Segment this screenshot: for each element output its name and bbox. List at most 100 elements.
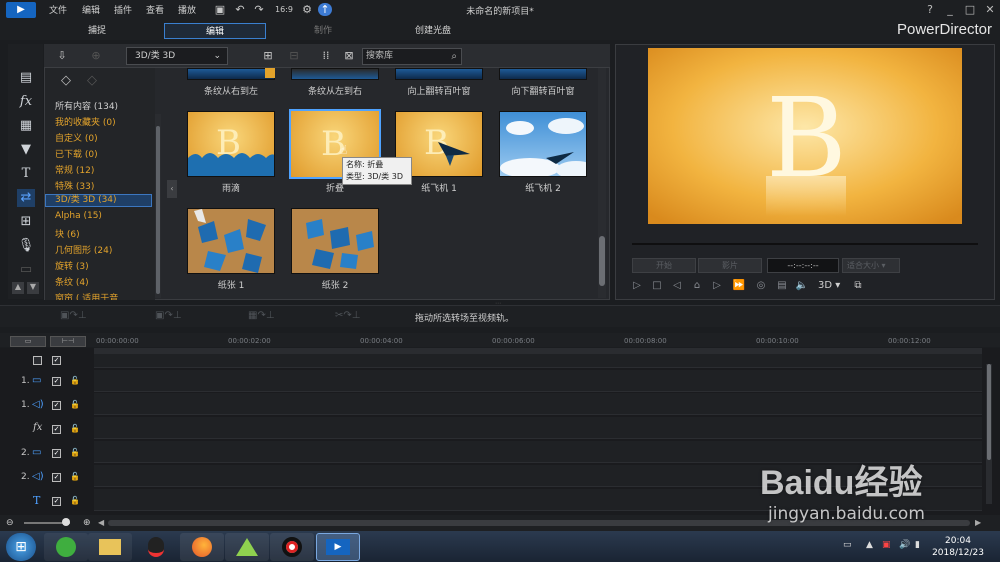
track-checkbox[interactable]: ✓: [52, 401, 61, 410]
category-item[interactable]: 块 (6): [55, 227, 80, 240]
subtitle-icon[interactable]: ▤: [775, 279, 789, 293]
lock-icon[interactable]: 🔓: [70, 496, 80, 505]
help-button[interactable]: ?: [922, 2, 938, 18]
timeline-v-scroll-thumb[interactable]: [987, 364, 991, 460]
category-item[interactable]: 自定义 (0): [55, 131, 98, 144]
fit-timeline-icon[interactable]: ⊢⊣: [50, 336, 86, 347]
audio-mixing-icon[interactable]: ⊞: [17, 213, 35, 231]
3d-mode-button[interactable]: 3D ▾: [818, 280, 840, 291]
tab-capture[interactable]: 捕捉: [46, 23, 148, 39]
tag-remove-icon[interactable]: ◇: [87, 73, 97, 88]
search-icon[interactable]: ⌕: [451, 49, 457, 64]
effect-room-icon[interactable]: fx: [17, 93, 35, 111]
menu-view[interactable]: 查看: [146, 3, 164, 16]
pip-room-icon[interactable]: ▦: [17, 117, 35, 135]
zoom-slider-handle[interactable]: [62, 518, 70, 526]
menu-plugins[interactable]: 插件: [114, 3, 132, 16]
stop-icon[interactable]: □: [650, 279, 664, 293]
undock-icon[interactable]: ⧉: [851, 279, 865, 293]
track-checkbox[interactable]: ✓: [52, 473, 61, 482]
timeline-row[interactable]: [94, 393, 982, 415]
maximize-button[interactable]: □: [962, 2, 978, 18]
movie-mode-button[interactable]: 影片: [698, 258, 762, 273]
transition-prefix-icon[interactable]: ▣↷⊥: [60, 310, 100, 324]
transition-thumbnail[interactable]: [395, 68, 483, 80]
volume-icon[interactable]: 🔈: [795, 279, 809, 293]
title-room-icon[interactable]: T: [17, 165, 35, 183]
category-item[interactable]: 几何图形 (24): [55, 243, 112, 256]
taskbar-app-qq[interactable]: [134, 533, 178, 561]
close-button[interactable]: ✕: [982, 2, 998, 18]
timecode-display[interactable]: --:--:--:--: [767, 258, 839, 273]
save-icon[interactable]: ▣: [213, 3, 227, 16]
download-icon[interactable]: ⊕: [88, 49, 104, 63]
track-checkbox[interactable]: ✓: [52, 449, 61, 458]
menu-play[interactable]: 播放: [178, 3, 196, 16]
undo-icon[interactable]: ↶: [233, 3, 247, 16]
track-manager-icon[interactable]: ▭: [10, 336, 46, 347]
zoom-in-icon[interactable]: ⊕: [83, 518, 91, 528]
scroll-up-icon[interactable]: ▲: [12, 282, 24, 294]
scroll-down-icon[interactable]: ▼: [27, 282, 39, 294]
transition-thumbnail-paper-2[interactable]: [291, 208, 379, 274]
category-item-selected[interactable]: 3D/类 3D (34): [45, 194, 152, 207]
menu-file[interactable]: 文件: [49, 3, 67, 16]
start-button-icon[interactable]: ⊞: [6, 533, 36, 561]
scroll-left-icon[interactable]: ◀: [98, 518, 104, 527]
next-frame-icon[interactable]: ▷: [710, 279, 724, 293]
preview-scrubber[interactable]: [632, 243, 978, 245]
category-item[interactable]: 已下载 (0): [55, 147, 98, 160]
split-icon[interactable]: ⌂: [690, 279, 704, 293]
tab-edit[interactable]: 编辑: [164, 23, 266, 39]
track-checkbox[interactable]: ✓: [52, 425, 61, 434]
zoom-out-icon[interactable]: ⊖: [6, 518, 14, 528]
tab-create-disc[interactable]: 创建光盘: [382, 23, 484, 39]
particle-room-icon[interactable]: ▼: [17, 141, 35, 159]
timeline-row[interactable]: [94, 417, 982, 439]
tray-app-icon[interactable]: ▣: [882, 540, 891, 550]
lock-icon[interactable]: 🔓: [70, 472, 80, 481]
taskbar-app-explorer[interactable]: [88, 533, 132, 561]
snapshot-icon[interactable]: ◎: [754, 279, 768, 293]
taskbar-app-firefox[interactable]: [180, 533, 224, 561]
redo-icon[interactable]: ↷: [252, 3, 266, 16]
search-input[interactable]: 搜索库 ⌕: [362, 48, 462, 65]
zoom-select[interactable]: 适合大小 ▾: [842, 258, 900, 273]
taskbar-app-video[interactable]: [225, 533, 269, 561]
transition-thumbnail-paper-1[interactable]: [187, 208, 275, 274]
category-item[interactable]: 我的收藏夹 (0): [55, 115, 116, 128]
remove-icon[interactable]: ⊟: [286, 49, 302, 63]
splitter-handle[interactable]: ⋯: [495, 300, 509, 307]
track-checkbox[interactable]: ✓: [52, 377, 61, 386]
track-checkbox[interactable]: ✓: [52, 356, 61, 365]
lock-icon[interactable]: 🔓: [70, 424, 80, 433]
category-item[interactable]: Alpha (15): [55, 211, 102, 221]
track-checkbox[interactable]: [33, 356, 42, 365]
transition-thumbnail-paper-plane-2[interactable]: [499, 111, 587, 177]
transition-overlap-icon[interactable]: ▦↷⊥: [248, 310, 288, 324]
keyboard-icon[interactable]: ▭: [843, 540, 852, 550]
settings-icon[interactable]: ⚙: [300, 3, 314, 16]
category-select[interactable]: 3D/类 3D ⌄: [126, 47, 228, 65]
category-item[interactable]: 常规 (12): [55, 163, 94, 176]
previous-frame-icon[interactable]: ◁: [670, 279, 684, 293]
tag-add-icon[interactable]: ◇: [61, 73, 71, 88]
grid-scroll-thumb[interactable]: [599, 236, 605, 286]
category-item[interactable]: 条纹 (4): [55, 275, 89, 288]
category-item[interactable]: 窗帘 ( 适用于音: [55, 291, 118, 300]
lock-icon[interactable]: 🔓: [70, 400, 80, 409]
taskbar-app-powerdirector[interactable]: ▶: [316, 533, 360, 561]
lock-icon[interactable]: 🔓: [70, 376, 80, 385]
media-room-icon[interactable]: ▤: [17, 69, 35, 87]
import-icon[interactable]: ⇩: [54, 49, 70, 63]
transition-thumbnail[interactable]: [291, 68, 379, 80]
transition-suffix-icon[interactable]: ✂↷⊥: [335, 310, 375, 324]
aspect-ratio-icon[interactable]: 16:9: [273, 3, 295, 16]
category-item[interactable]: 所有内容 (134): [55, 99, 118, 112]
taskbar-app-recorder[interactable]: [270, 533, 314, 561]
taskbar-app-360[interactable]: [44, 533, 88, 561]
apply-all-icon[interactable]: ⊠: [341, 49, 357, 63]
fast-forward-icon[interactable]: ⏩: [732, 279, 746, 293]
add-icon[interactable]: ⊞: [260, 49, 276, 63]
category-item[interactable]: 旋转 (3): [55, 259, 89, 272]
